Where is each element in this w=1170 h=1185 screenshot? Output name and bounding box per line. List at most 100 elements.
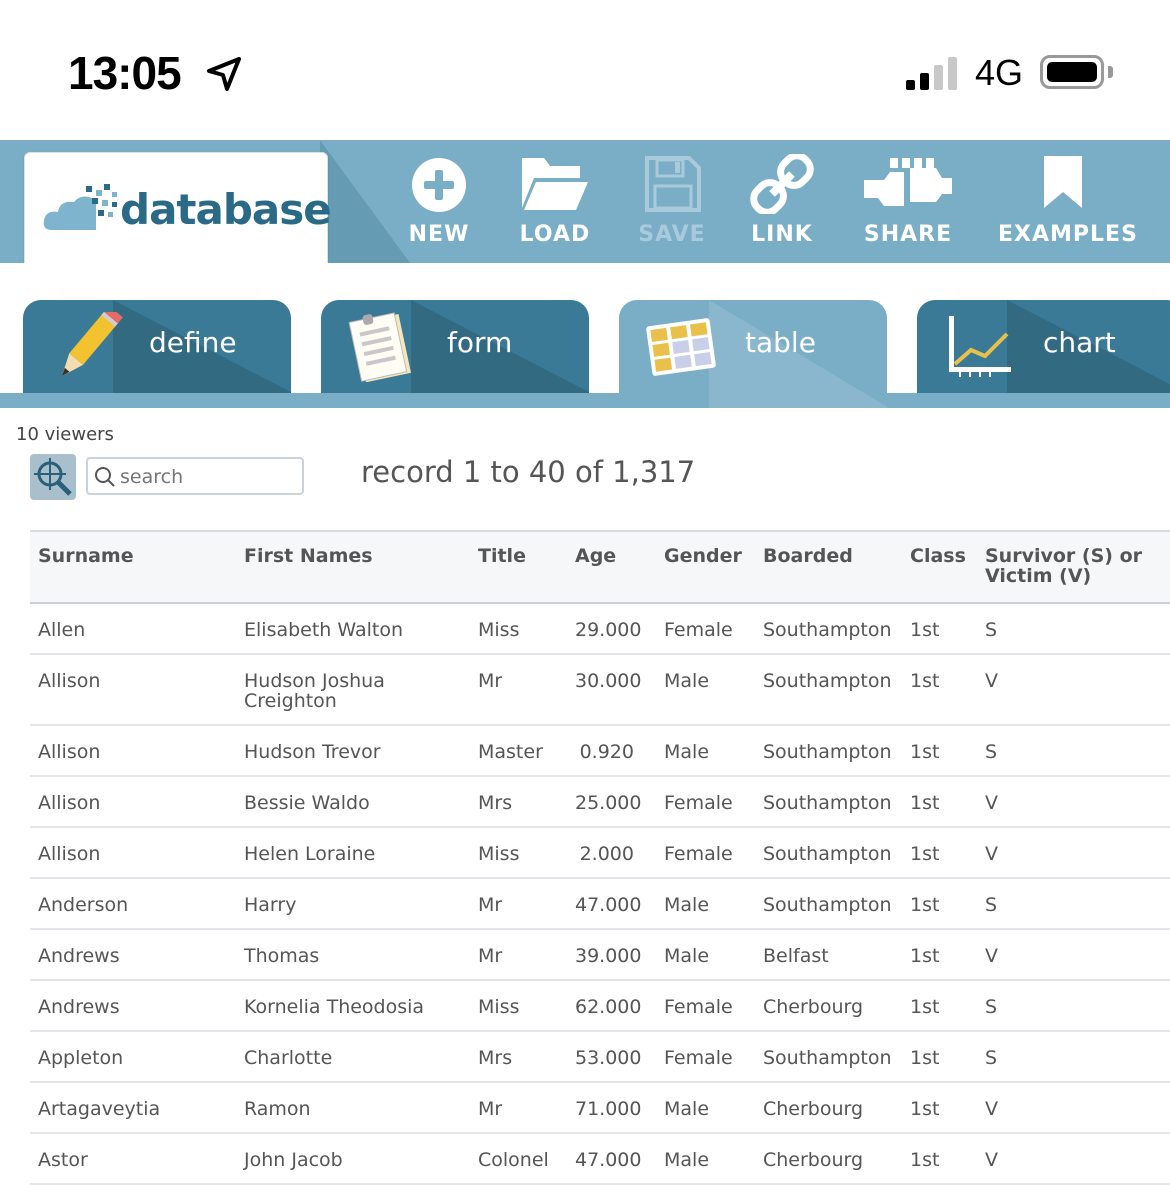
tab-form[interactable]: form: [321, 300, 589, 393]
table-row[interactable]: Anderson Harry Mr 47.000 Male Southampto…: [30, 878, 1170, 930]
table-row[interactable]: Appleton Charlotte Mrs 53.000 Female Sou…: [30, 1031, 1170, 1083]
column-header-title[interactable]: Title: [470, 531, 567, 603]
tab-chart[interactable]: chart: [917, 300, 1170, 393]
column-header-first-names[interactable]: First Names: [236, 531, 470, 603]
column-header-gender[interactable]: Gender: [656, 531, 755, 603]
cell-survivor: V: [977, 1133, 1170, 1185]
cell-surname: Andrews: [30, 980, 236, 1032]
column-header-surname[interactable]: Surname: [30, 531, 236, 603]
cell-survivor: V: [977, 929, 1170, 981]
cell-survivor: S: [977, 878, 1170, 930]
table-row[interactable]: Andrews Kornelia Theodosia Miss 62.000 F…: [30, 980, 1170, 1032]
cell-class: 1st: [902, 827, 977, 879]
column-header-boarded[interactable]: Boarded: [755, 531, 902, 603]
share-button[interactable]: SHARE: [860, 152, 956, 252]
cell-first-names: John Jacob: [236, 1133, 470, 1185]
cell-surname: Andrews: [30, 929, 236, 981]
cell-class: 1st: [902, 1031, 977, 1083]
cell-class: 1st: [902, 654, 977, 726]
table-grid-icon: [646, 318, 716, 376]
cell-age: 47.000: [567, 1133, 656, 1185]
save-button[interactable]: SAVE: [630, 152, 714, 252]
table-row[interactable]: Astor John Jacob Colonel 47.000 Male Che…: [30, 1133, 1170, 1185]
table-row[interactable]: Andrews Thomas Mr 39.000 Male Belfast 1s…: [30, 929, 1170, 981]
cell-first-names: Hudson Trevor: [236, 725, 470, 777]
search-input[interactable]: [118, 465, 302, 489]
cell-survivor: S: [977, 603, 1170, 655]
cell-surname: Allison: [30, 776, 236, 828]
cell-gender: Female: [656, 827, 755, 879]
link-button[interactable]: LINK: [745, 152, 819, 252]
cell-class: 1st: [902, 603, 977, 655]
cell-survivor: S: [977, 980, 1170, 1032]
cell-age: 71.000: [567, 1082, 656, 1134]
chain-link-icon: [750, 154, 814, 214]
cell-age: 53.000: [567, 1031, 656, 1083]
cell-gender: Male: [656, 878, 755, 930]
column-header-survivor[interactable]: Survivor (S) or Victim (V): [977, 531, 1170, 603]
new-button[interactable]: NEW: [395, 152, 483, 252]
cell-survivor: V: [977, 654, 1170, 726]
tab-table[interactable]: table: [619, 300, 887, 408]
cell-surname: Astor: [30, 1133, 236, 1185]
table-row[interactable]: Allen Elisabeth Walton Miss 29.000 Femal…: [30, 603, 1170, 655]
cell-first-names: Ramon: [236, 1082, 470, 1134]
location-arrow-icon: [207, 57, 241, 91]
cell-title: Mr: [470, 1082, 567, 1134]
cell-title: Mr: [470, 654, 567, 726]
load-button[interactable]: LOAD: [510, 152, 600, 252]
cell-age: 2.000: [567, 827, 656, 879]
cell-title: Mrs: [470, 1031, 567, 1083]
search-icon: [95, 467, 115, 487]
cell-boarded: Southampton: [755, 603, 902, 655]
cell-gender: Male: [656, 1082, 755, 1134]
table-row[interactable]: Artagaveytia Ramon Mr 71.000 Male Cherbo…: [30, 1082, 1170, 1134]
search-field[interactable]: [86, 457, 304, 495]
load-button-label: LOAD: [519, 222, 591, 247]
cell-class: 1st: [902, 776, 977, 828]
table-row[interactable]: Allison Hudson Trevor Master 0.920 Male …: [30, 725, 1170, 777]
column-header-class[interactable]: Class: [902, 531, 977, 603]
cell-survivor: S: [977, 1031, 1170, 1083]
cell-class: 1st: [902, 878, 977, 930]
cell-boarded: Belfast: [755, 929, 902, 981]
tab-define-label: define: [149, 326, 237, 359]
cell-title: Colonel: [470, 1133, 567, 1185]
table-row[interactable]: Allison Hudson Joshua Creighton Mr 30.00…: [30, 654, 1170, 726]
cell-boarded: Cherbourg: [755, 1133, 902, 1185]
cell-title: Mr: [470, 929, 567, 981]
cell-age: 47.000: [567, 878, 656, 930]
cell-boarded: Southampton: [755, 878, 902, 930]
record-range: record 1 to 40 of 1,317: [361, 455, 696, 489]
cell-title: Master: [470, 725, 567, 777]
tab-chart-label: chart: [1043, 326, 1116, 359]
advanced-search-button[interactable]: [30, 454, 76, 500]
cell-boarded: Southampton: [755, 827, 902, 879]
cell-first-names: Bessie Waldo: [236, 776, 470, 828]
tab-define[interactable]: define: [23, 300, 291, 393]
notepad-icon: [348, 312, 411, 382]
new-button-label: NEW: [408, 222, 470, 247]
status-bar: 13:05 4G: [0, 0, 1170, 140]
examples-button[interactable]: EXAMPLES: [998, 152, 1137, 252]
cell-class: 1st: [902, 929, 977, 981]
column-header-age[interactable]: Age: [567, 531, 656, 603]
status-clock: 13:05: [68, 47, 182, 99]
cell-surname: Allison: [30, 654, 236, 726]
cloud-logo-icon: [43, 184, 117, 230]
cell-class: 1st: [902, 980, 977, 1032]
cell-boarded: Cherbourg: [755, 1082, 902, 1134]
cell-survivor: V: [977, 1082, 1170, 1134]
cell-age: 39.000: [567, 929, 656, 981]
cell-survivor: V: [977, 827, 1170, 879]
cell-survivor: V: [977, 776, 1170, 828]
pencil-icon: [61, 312, 123, 376]
table-row[interactable]: Allison Bessie Waldo Mrs 25.000 Female S…: [30, 776, 1170, 828]
cell-gender: Male: [656, 725, 755, 777]
table-row[interactable]: Allison Helen Loraine Miss 2.000 Female …: [30, 827, 1170, 879]
cell-first-names: Helen Loraine: [236, 827, 470, 879]
cell-title: Miss: [470, 827, 567, 879]
cell-gender: Male: [656, 1133, 755, 1185]
cell-gender: Female: [656, 776, 755, 828]
cell-age: 30.000: [567, 654, 656, 726]
